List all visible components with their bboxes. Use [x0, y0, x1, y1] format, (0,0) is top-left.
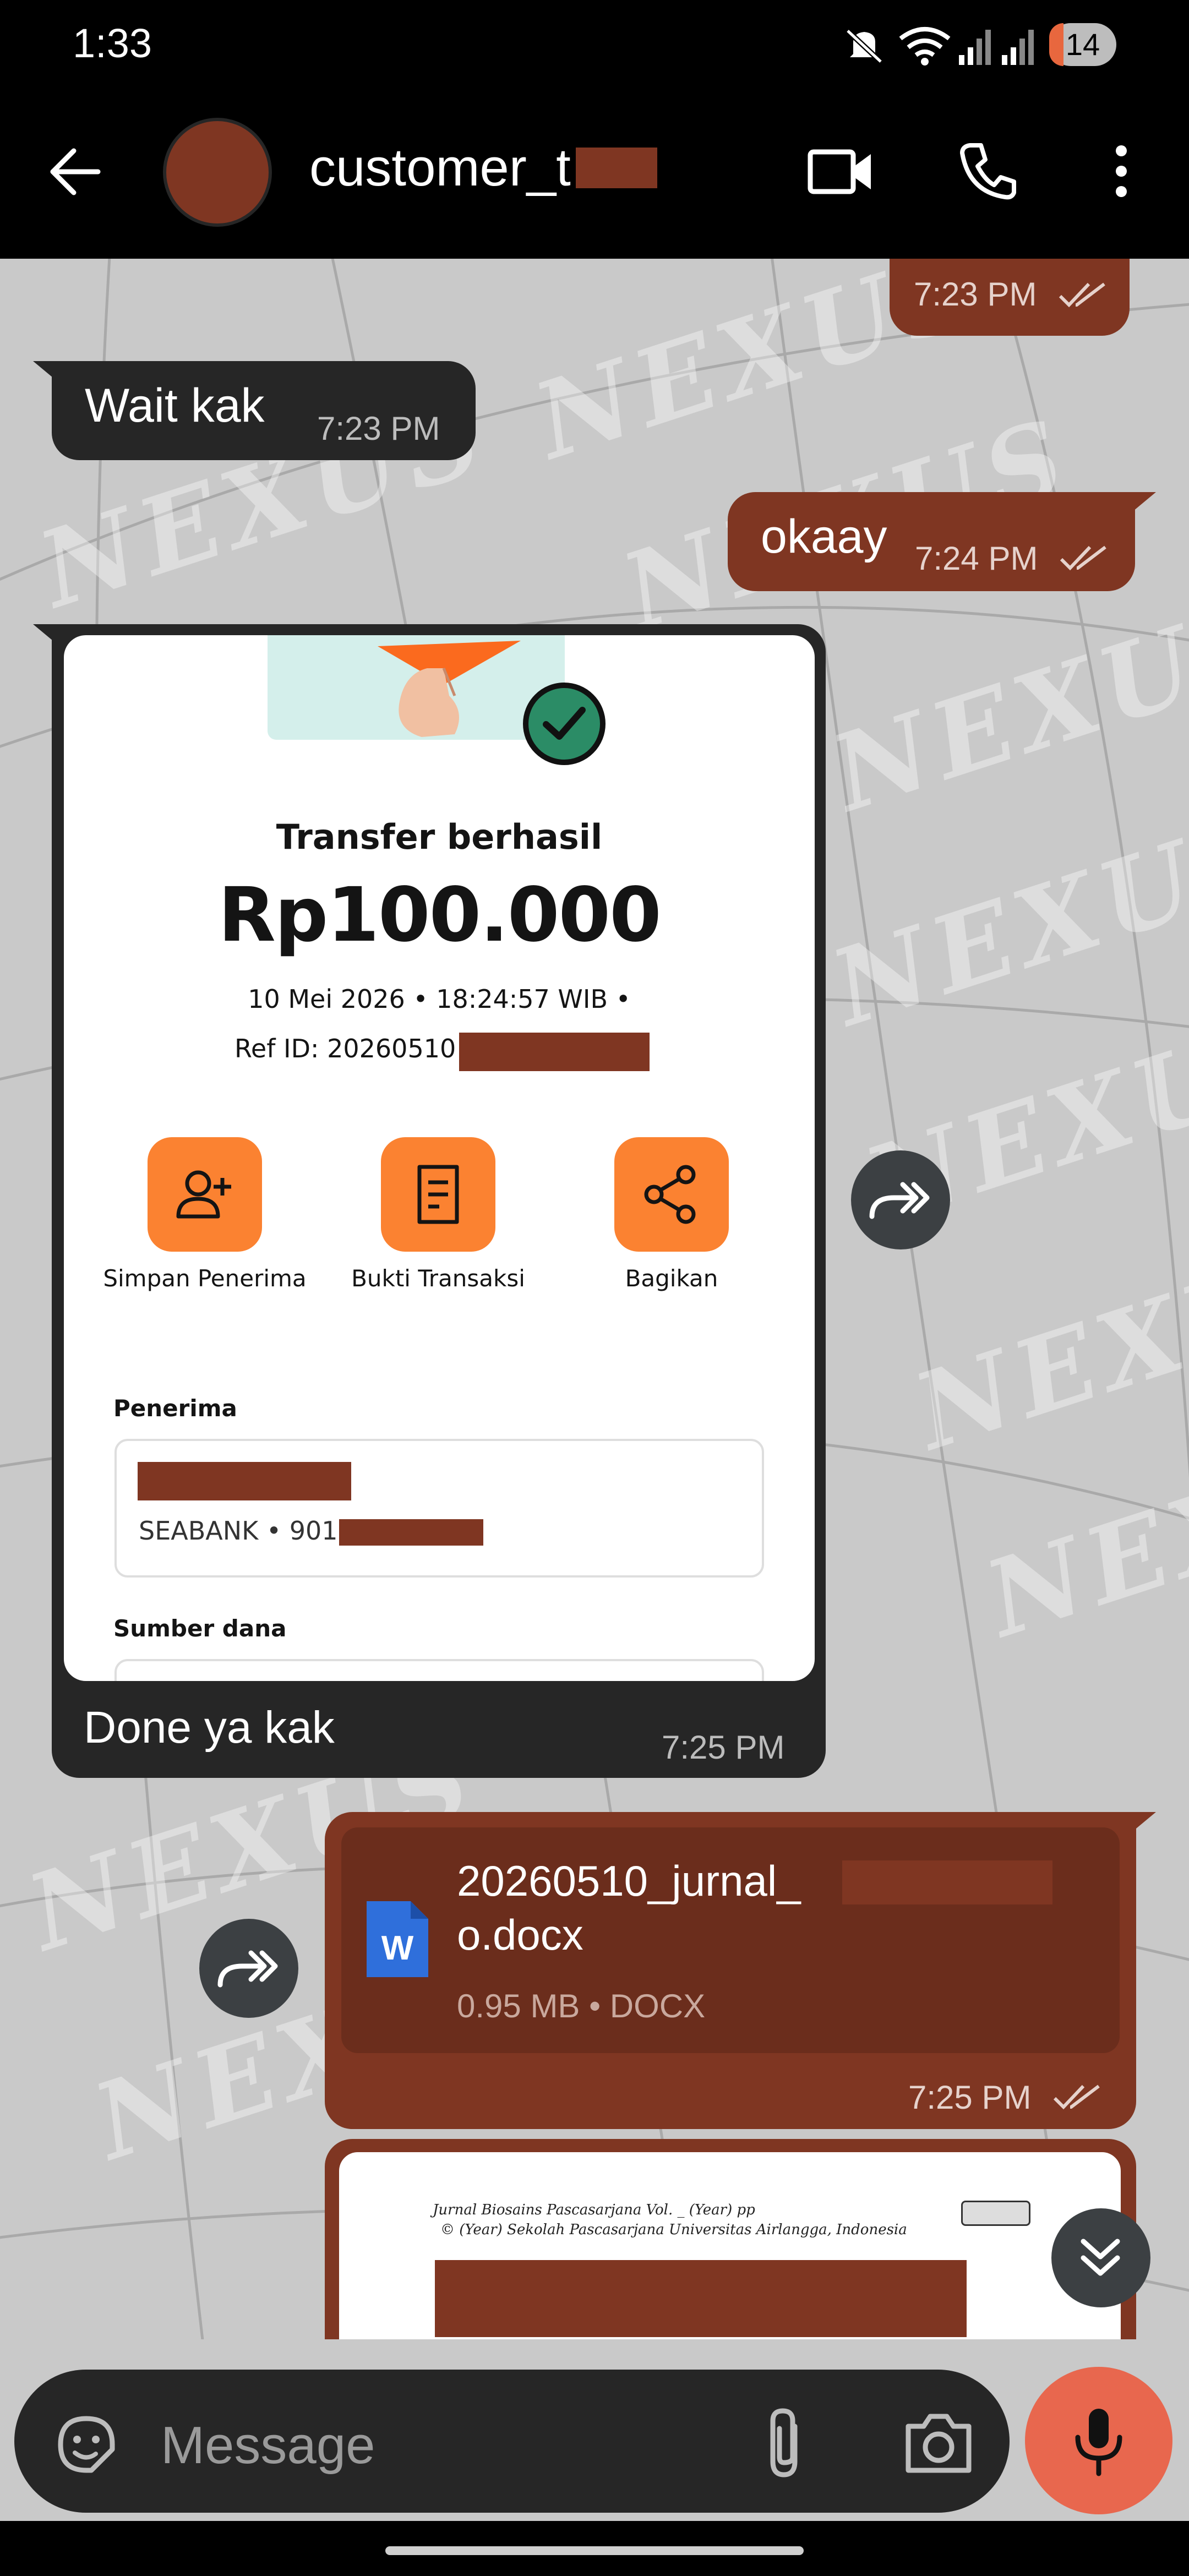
receipt-document-icon [417, 1165, 459, 1224]
message-time: 7:24 PM [915, 540, 1038, 577]
save-recipient-label: Simpan Penerima [103, 1265, 307, 1292]
image-caption: Done ya kak [84, 1702, 335, 1753]
file-meta: 0.95 MB • DOCX [457, 1988, 706, 2024]
message-text: okaay [761, 510, 887, 563]
mute-icon [846, 29, 883, 64]
bubble-tail [33, 624, 66, 652]
video-call-icon[interactable] [807, 144, 875, 199]
cc-license-icon [961, 2201, 1030, 2226]
recipient-card [114, 1439, 764, 1578]
document-preview-line: Jurnal Biosains Pascasarjana Vol. _ (Yea… [433, 2202, 755, 2218]
svg-text:W: W [381, 1929, 414, 1967]
receipt-title: Transfer berhasil [276, 817, 603, 857]
transaction-proof-label: Bukti Transaksi [351, 1265, 525, 1292]
signal-icon-2 [1002, 30, 1034, 65]
check-icon [543, 707, 586, 740]
double-check-icon [1060, 545, 1106, 571]
redacted-account [339, 1519, 483, 1546]
message-time: 7:23 PM [317, 410, 440, 447]
word-document-icon: W [367, 1901, 428, 1977]
forward-icon [217, 1950, 278, 1988]
message-text: Wait kak [85, 379, 265, 432]
file-name-end: o.docx [457, 1911, 583, 1959]
contact-name[interactable]: customer_t [309, 138, 571, 198]
source-label: Sumber dana [113, 1615, 287, 1642]
paper-plane-hand-illustration [378, 641, 521, 737]
bubble-tail [33, 361, 66, 389]
wifi-icon [899, 27, 951, 66]
source-card [114, 1659, 764, 1681]
receipt-ref-id: Ref ID: 20260510 [234, 1034, 456, 1063]
bubble-tail [1123, 492, 1156, 520]
transfer-receipt-image[interactable]: Transfer berhasil Rp100.000 10 Mei 2026 … [64, 635, 815, 1681]
share-label: Bagikan [625, 1265, 718, 1292]
redacted-document-title [435, 2260, 967, 2337]
file-name: 20260510_jurnal_ [457, 1857, 801, 1905]
message-input[interactable]: Message [161, 2415, 375, 2476]
redacted-file-name [842, 1860, 1052, 1904]
microphone-icon [1075, 2409, 1122, 2476]
double-check-icon [1059, 282, 1105, 308]
attachment-icon[interactable] [762, 2404, 807, 2481]
recipient-bank: SEABANK • 901 [139, 1516, 338, 1546]
redacted-recipient-name [138, 1462, 351, 1500]
contact-avatar[interactable] [163, 118, 272, 227]
redacted-name [576, 148, 657, 188]
bubble-tail [1123, 1812, 1156, 1840]
home-gesture-handle[interactable] [385, 2546, 804, 2555]
battery-indicator: 14 [1049, 23, 1116, 66]
status-time: 1:33 [73, 20, 152, 66]
forward-icon [869, 1182, 930, 1219]
signal-icon [959, 30, 991, 65]
share-icon [644, 1165, 696, 1224]
double-chevron-down-icon [1081, 2239, 1120, 2276]
more-options-icon[interactable] [1108, 141, 1135, 201]
recipient-label: Penerima [113, 1395, 237, 1422]
receipt-datetime: 10 Mei 2026 • 18:24:57 WIB • [248, 984, 631, 1014]
phone-call-icon[interactable] [958, 141, 1018, 201]
message-time: 7:25 PM [662, 1729, 785, 1766]
status-bar: 1:33 14 [0, 0, 1189, 88]
double-check-icon [1053, 2084, 1100, 2110]
add-person-icon [176, 1170, 231, 1219]
message-time: 7:25 PM [908, 2079, 1032, 2116]
receipt-amount: Rp100.000 [218, 872, 662, 959]
message-time: 7:23 PM [914, 276, 1037, 313]
sticker-emoji-icon[interactable] [53, 2411, 120, 2478]
back-arrow-icon[interactable] [47, 144, 102, 199]
redacted-ref [459, 1033, 650, 1071]
document-preview-line: © (Year) Sekolah Pascasarjana Universita… [440, 2222, 907, 2238]
camera-icon[interactable] [903, 2410, 974, 2476]
